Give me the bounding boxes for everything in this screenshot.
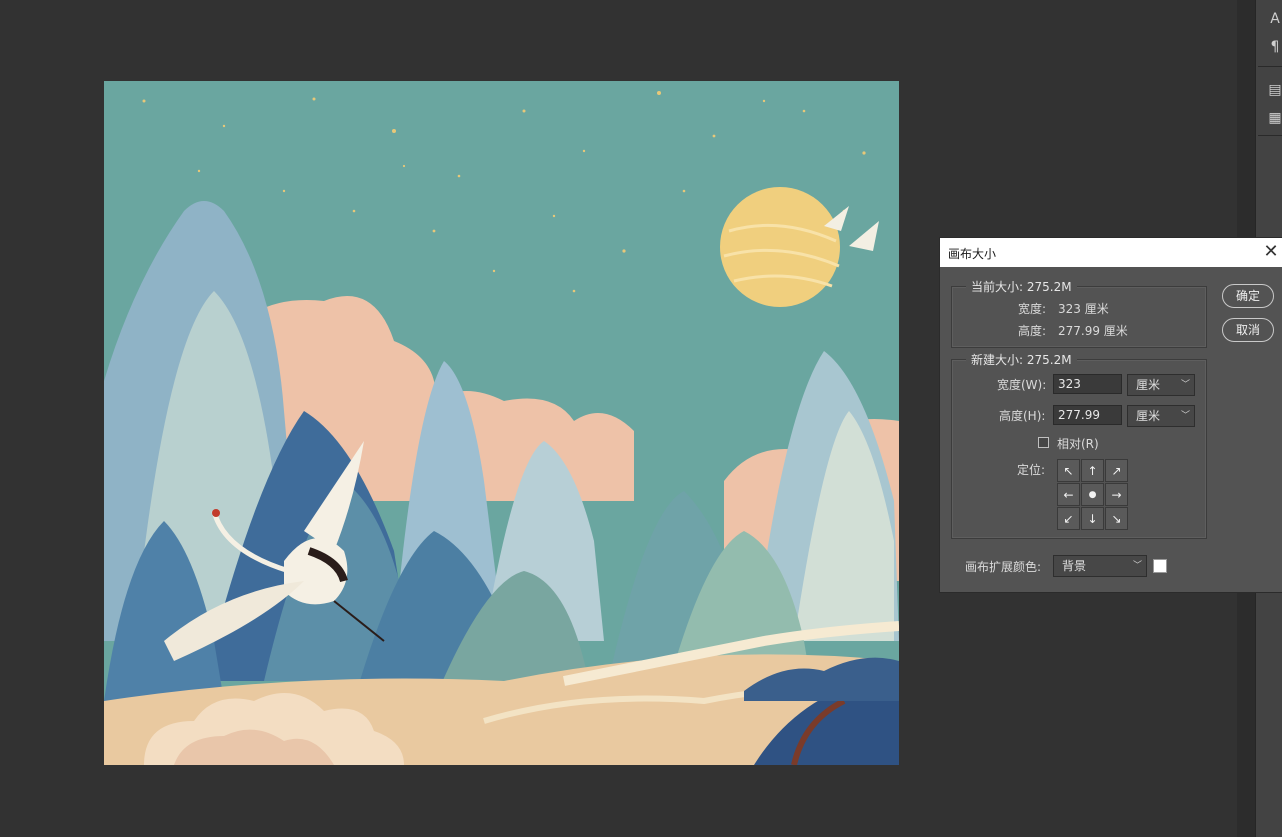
chevron-down-icon: ﹀ [1180,380,1190,390]
width-input[interactable] [1053,374,1122,394]
panel-divider [1258,135,1282,136]
current-size-legend: 当前大小: 275.2M [966,279,1077,295]
paragraph-styles-icon[interactable]: ▤ [1268,82,1282,98]
extension-color-select[interactable]: 背景 ﹀ [1053,555,1147,577]
chevron-down-icon: ﹀ [1132,561,1142,571]
new-height-label: 高度(H): [999,409,1046,423]
new-width-label: 宽度(W): [997,378,1047,392]
new-size-legend: 新建大小: 275.2M [966,352,1077,368]
anchor-top-icon[interactable]: ↑ [1081,459,1104,482]
anchor-bottom-icon[interactable]: ↓ [1081,507,1104,530]
extension-color-value: 背景 [1062,559,1087,573]
close-icon[interactable]: ✕ [1260,241,1282,263]
width-unit-select[interactable]: 厘米 ﹀ [1127,374,1195,396]
extension-color-label: 画布扩展颜色: [965,560,1042,574]
height-unit-select[interactable]: 厘米 ﹀ [1127,405,1195,427]
cancel-button[interactable]: 取消 [1222,318,1274,342]
anchor-center-icon[interactable]: ● [1081,483,1104,506]
canvas-artwork[interactable] [104,81,899,765]
dialog-title: 画布大小 [948,247,997,261]
paragraph-icon[interactable]: ¶ [1268,39,1282,55]
current-width-value: 323 厘米 [1058,302,1109,316]
anchor-bottom-left-icon[interactable]: ↙ [1057,507,1080,530]
anchor-grid: ↖ ↑ ↗ ← ● → ↙ ↓ ↘ [1057,459,1129,531]
landscape-illustration [104,81,899,765]
current-size-group: 当前大小: 275.2M 宽度: 323 厘米 高度: 277.99 厘米 [951,279,1207,348]
dialog-titlebar[interactable]: 画布大小 ✕ [940,238,1282,267]
moon [720,187,840,307]
current-height-label: 高度: [1018,324,1047,338]
relative-label[interactable]: 相对(R) [1057,435,1099,452]
height-input[interactable] [1053,405,1122,425]
panel-divider [1258,66,1282,67]
character-icon[interactable]: A [1268,11,1282,27]
anchor-bottom-right-icon[interactable]: ↘ [1105,507,1128,530]
current-height-value: 277.99 厘米 [1058,324,1128,338]
relative-checkbox[interactable] [1038,437,1049,448]
anchor-label: 定位: [1017,463,1046,477]
ok-button[interactable]: 确定 [1222,284,1274,308]
character-styles-icon[interactable]: ▦ [1268,110,1282,126]
chevron-down-icon: ﹀ [1180,411,1190,421]
extension-color-swatch[interactable] [1153,559,1167,573]
canvas-size-dialog: 画布大小 ✕ 当前大小: 275.2M 宽度: 323 厘米 高度: 277.9… [939,237,1282,593]
anchor-right-icon[interactable]: → [1105,483,1128,506]
anchor-top-left-icon[interactable]: ↖ [1057,459,1080,482]
current-width-label: 宽度: [1018,302,1047,316]
width-unit-value: 厘米 [1136,378,1161,392]
height-unit-value: 厘米 [1136,409,1161,423]
anchor-top-right-icon[interactable]: ↗ [1105,459,1128,482]
anchor-left-icon[interactable]: ← [1057,483,1080,506]
